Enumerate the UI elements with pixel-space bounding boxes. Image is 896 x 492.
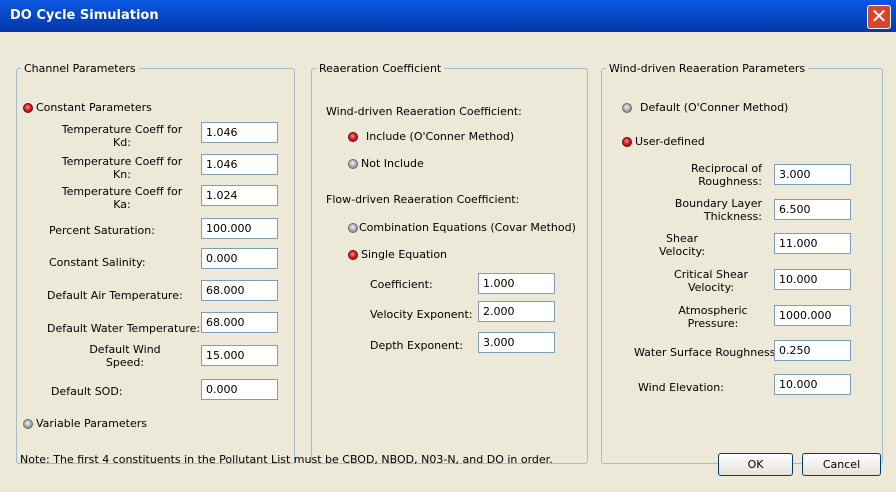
depth-exponent-label: Depth Exponent: bbox=[370, 339, 463, 352]
critical-shear-field[interactable] bbox=[774, 269, 851, 290]
user-defined-radio[interactable]: User-defined bbox=[622, 135, 705, 148]
default-oconner-radio[interactable]: Default (O'Conner Method) bbox=[622, 101, 788, 114]
coeff-kn-label: Temperature Coeff for Kn: bbox=[61, 155, 183, 181]
radio-unselected-icon bbox=[348, 158, 358, 169]
radio-selected-icon bbox=[348, 131, 358, 142]
coeff-kd-label: Temperature Coeff for Kd: bbox=[61, 123, 183, 149]
reaeration-coefficient-legend: Reaeration Coefficient bbox=[319, 62, 442, 75]
pollutant-note: Note: The first 4 constituents in the Po… bbox=[20, 453, 553, 466]
wind-reaeration-parameters-legend: Wind-driven Reaeration Parameters bbox=[609, 62, 806, 75]
window-title: DO Cycle Simulation bbox=[10, 8, 159, 23]
default-oconner-label: Default (O'Conner Method) bbox=[640, 101, 789, 114]
radio-unselected-icon bbox=[23, 418, 33, 429]
saturation-label: Percent Saturation: bbox=[49, 224, 155, 237]
sod-field[interactable] bbox=[201, 379, 278, 400]
sod-label: Default SOD: bbox=[51, 385, 123, 398]
coeff-ka-label: Temperature Coeff for Ka: bbox=[61, 185, 183, 211]
surface-roughness-label: Water Surface Roughness: bbox=[634, 346, 780, 359]
coeff-kd-field[interactable] bbox=[201, 122, 278, 143]
title-bar: DO Cycle Simulation ✕ bbox=[0, 0, 896, 32]
radio-selected-icon bbox=[348, 249, 358, 260]
constant-parameters-radio[interactable]: Constant Parameters bbox=[23, 101, 152, 114]
shear-velocity-field[interactable] bbox=[774, 233, 851, 254]
single-equation-radio[interactable]: Single Equation bbox=[348, 248, 447, 261]
boundary-layer-field[interactable] bbox=[774, 199, 851, 220]
cancel-button[interactable]: Cancel bbox=[802, 453, 881, 476]
dialog-body: Channel Parameters Constant Parameters T… bbox=[3, 32, 893, 489]
critical-shear-label: Critical Shear Velocity: bbox=[674, 268, 748, 294]
radio-unselected-icon bbox=[348, 222, 358, 233]
radio-unselected-icon bbox=[622, 102, 632, 113]
user-defined-label: User-defined bbox=[635, 135, 705, 148]
coefficient-field[interactable] bbox=[478, 273, 555, 294]
combination-equations-label: Combination Equations (Covar Method) bbox=[359, 221, 576, 234]
not-include-label: Not Include bbox=[361, 157, 424, 170]
wind-elevation-field[interactable] bbox=[774, 374, 851, 395]
coeff-kn-field[interactable] bbox=[201, 154, 278, 175]
atmospheric-pressure-label: Atmospheric Pressure: bbox=[678, 304, 748, 330]
saturation-field[interactable] bbox=[201, 218, 278, 239]
velocity-exponent-field[interactable] bbox=[478, 301, 555, 322]
channel-parameters-legend: Channel Parameters bbox=[24, 62, 136, 75]
salinity-field[interactable] bbox=[201, 248, 278, 269]
variable-parameters-radio[interactable]: Variable Parameters bbox=[23, 417, 147, 430]
variable-parameters-label: Variable Parameters bbox=[36, 417, 147, 430]
surface-roughness-field[interactable] bbox=[774, 340, 851, 361]
coeff-ka-field[interactable] bbox=[201, 185, 278, 206]
channel-parameters-group: Channel Parameters Constant Parameters T… bbox=[16, 62, 295, 464]
include-oconner-label: Include (O'Conner Method) bbox=[366, 130, 515, 143]
not-include-radio[interactable]: Not Include bbox=[348, 157, 424, 170]
wind-driven-heading: Wind-driven Reaeration Coefficient: bbox=[326, 105, 522, 118]
shear-velocity-label: Shear Velocity: bbox=[658, 232, 706, 258]
water-temperature-field[interactable] bbox=[201, 312, 278, 333]
air-temperature-label: Default Air Temperature: bbox=[47, 289, 183, 302]
flow-driven-heading: Flow-driven Reaeration Coefficient: bbox=[326, 193, 520, 206]
include-oconner-radio[interactable]: Include (O'Conner Method) bbox=[348, 130, 514, 143]
air-temperature-field[interactable] bbox=[201, 280, 278, 301]
wind-speed-label: Default Wind Speed: bbox=[89, 343, 161, 369]
ok-button[interactable]: OK bbox=[718, 453, 793, 476]
combination-equations-radio[interactable]: Combination Equations (Covar Method) bbox=[348, 221, 576, 234]
coefficient-label: Coefficient: bbox=[370, 278, 433, 291]
wind-speed-field[interactable] bbox=[201, 345, 278, 366]
constant-parameters-label: Constant Parameters bbox=[36, 101, 152, 114]
roughness-field[interactable] bbox=[774, 164, 851, 185]
radio-selected-icon bbox=[622, 136, 632, 147]
roughness-label: Reciprocal of Roughness: bbox=[691, 162, 762, 188]
reaeration-coefficient-group: Reaeration Coefficient Wind-driven Reaer… bbox=[311, 62, 588, 464]
velocity-exponent-label: Velocity Exponent: bbox=[370, 308, 473, 321]
single-equation-label: Single Equation bbox=[361, 248, 448, 261]
wind-reaeration-parameters-group: Wind-driven Reaeration Parameters Defaul… bbox=[601, 62, 883, 464]
salinity-label: Constant Salinity: bbox=[49, 256, 146, 269]
water-temperature-label: Default Water Temperature: bbox=[47, 322, 201, 335]
depth-exponent-field[interactable] bbox=[478, 332, 555, 353]
close-button[interactable]: ✕ bbox=[867, 5, 891, 29]
wind-elevation-label: Wind Elevation: bbox=[638, 381, 724, 394]
radio-selected-icon bbox=[23, 102, 33, 113]
atmospheric-pressure-field[interactable] bbox=[774, 305, 851, 326]
boundary-layer-label: Boundary Layer Thickness: bbox=[674, 197, 762, 223]
